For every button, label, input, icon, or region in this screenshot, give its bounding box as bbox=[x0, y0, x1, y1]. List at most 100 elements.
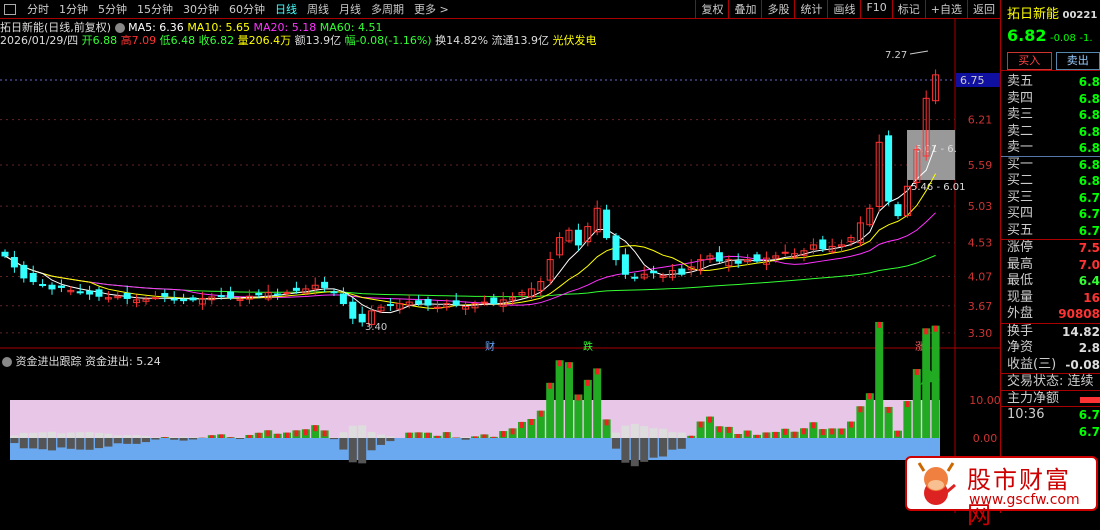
row-value: 6.8 bbox=[1079, 91, 1100, 108]
candle-body bbox=[162, 294, 168, 297]
indicator-bar bbox=[368, 432, 376, 438]
candle-body bbox=[331, 292, 337, 293]
row-value: 6.8 bbox=[1079, 157, 1100, 174]
candle-body bbox=[58, 286, 64, 287]
watermark-url: www.gscfw.com bbox=[969, 492, 1080, 508]
indicator-title: 资金进出跟踪 bbox=[16, 355, 82, 368]
indicator-bar-top bbox=[830, 428, 834, 434]
indicator-bar bbox=[913, 369, 921, 438]
main-net[interactable]: 主力净额 bbox=[1001, 390, 1100, 407]
indicator-bar-top bbox=[426, 433, 430, 438]
row-value: 6.8 bbox=[1079, 173, 1100, 190]
quote-row: 卖一6.8 bbox=[1001, 140, 1100, 157]
event-marker: 跌 bbox=[583, 340, 593, 353]
sell-button[interactable]: 卖出 bbox=[1056, 52, 1100, 70]
row-value: 6.7 bbox=[1079, 424, 1100, 441]
indicator-bar-top bbox=[558, 360, 562, 366]
indicator-bar-top bbox=[821, 429, 825, 435]
indicator-bar bbox=[612, 433, 620, 438]
indicator-bar bbox=[104, 434, 112, 438]
indicator-bar-neg bbox=[57, 438, 65, 447]
indicator-bar-top bbox=[304, 429, 308, 435]
indicator-bar-top bbox=[708, 417, 712, 423]
indicator-bar-top bbox=[520, 422, 524, 428]
candle-body bbox=[30, 273, 36, 281]
indicator-bar bbox=[349, 426, 357, 438]
indicator-bar-neg bbox=[349, 438, 357, 462]
indicator-bar bbox=[189, 437, 197, 438]
y-tick-label: 3.30 bbox=[968, 327, 993, 340]
row-value: 6.8 bbox=[1079, 124, 1100, 141]
indicator-bar-top bbox=[877, 322, 881, 328]
indicator-y-tick: 10.00 bbox=[969, 394, 1000, 407]
candle-body bbox=[124, 293, 130, 298]
candle-body bbox=[228, 292, 234, 298]
indicator-bar-neg bbox=[133, 438, 141, 444]
row-value: 7.0 bbox=[1079, 257, 1100, 274]
candle-body bbox=[434, 307, 440, 308]
candle-body bbox=[754, 255, 760, 261]
kline-chart[interactable]: 6.215.595.034.534.073.673.306.756.01 - 6… bbox=[0, 0, 1000, 513]
row-label: 最低 bbox=[1007, 273, 1033, 290]
quote-row: 买三6.7 bbox=[1001, 190, 1100, 207]
candle-body bbox=[2, 252, 8, 256]
indicator-bar-neg bbox=[678, 438, 686, 449]
indicator-bar-neg bbox=[180, 438, 188, 441]
stock-name: 拓日新能 bbox=[1007, 7, 1059, 22]
indicator-bar bbox=[86, 432, 94, 438]
row-value: 14.82 bbox=[1062, 324, 1100, 341]
candle-body bbox=[613, 236, 619, 260]
buy-button[interactable]: 买入 bbox=[1007, 52, 1052, 70]
quote-row: 10:366.7 bbox=[1001, 407, 1100, 424]
row-label: 买五 bbox=[1007, 223, 1033, 240]
quote-row: 现量 16 bbox=[1001, 290, 1100, 307]
indicator-header: 资金进出跟踪 资金进出: 5.24 bbox=[2, 353, 161, 369]
indicator-bar bbox=[133, 435, 141, 438]
candle-body bbox=[651, 271, 657, 273]
bull-mascot-icon bbox=[911, 459, 961, 509]
indicator-bar-neg bbox=[189, 438, 197, 439]
indicator-bar-neg bbox=[621, 438, 629, 463]
range-label: 5.46 - 6.01 bbox=[911, 182, 966, 193]
quote-row: 卖四6.8 bbox=[1001, 91, 1100, 108]
candle-body bbox=[49, 285, 55, 289]
candle-body bbox=[96, 290, 102, 296]
indicator-bar-top bbox=[567, 362, 571, 368]
y-tick-label: 4.53 bbox=[968, 237, 993, 250]
row-value: 16 bbox=[1083, 290, 1100, 307]
quote-row: 外盘90808 bbox=[1001, 306, 1100, 323]
indicator-bar bbox=[866, 393, 874, 438]
indicator-bar-top bbox=[539, 411, 543, 417]
indicator-bar-neg bbox=[104, 438, 112, 447]
candle-body bbox=[87, 291, 93, 294]
row-label: 卖一 bbox=[1007, 140, 1033, 156]
indicator-bar-top bbox=[417, 432, 421, 438]
indicator-bar-top bbox=[501, 431, 505, 437]
chevron-down-icon[interactable] bbox=[2, 357, 12, 367]
candle-body bbox=[491, 298, 497, 304]
indicator-bar-top bbox=[858, 406, 862, 412]
candle-body bbox=[575, 230, 581, 245]
indicator-bar bbox=[631, 424, 639, 438]
low-label: 3.40 bbox=[365, 322, 387, 333]
quote-row: 卖三6.8 bbox=[1001, 107, 1100, 124]
indicator-bar bbox=[377, 435, 385, 438]
indicator-bar-neg bbox=[377, 438, 385, 445]
indicator-bar-top bbox=[849, 422, 853, 428]
indicator-bar bbox=[584, 380, 592, 438]
indicator-bar bbox=[114, 435, 122, 438]
quote-panel: 拓日新能 00221 6.82 -0.08 -1. 买入 卖出 卖五6.8卖四6… bbox=[1000, 0, 1100, 513]
indicator-bar bbox=[358, 425, 366, 438]
quote-row: 买二6.8 bbox=[1001, 173, 1100, 190]
row-label: 现量 bbox=[1007, 290, 1033, 307]
quote-row: 买四6.7 bbox=[1001, 206, 1100, 223]
indicator-bar bbox=[386, 436, 394, 438]
indicator-bar-top bbox=[313, 425, 317, 431]
indicator-bar bbox=[76, 432, 84, 438]
indicator-bar-neg bbox=[659, 438, 667, 456]
indicator-bar-top bbox=[257, 433, 261, 438]
row-value: 2.8 bbox=[1079, 340, 1100, 357]
event-marker: 财 bbox=[485, 340, 495, 353]
indicator-bar-top bbox=[407, 433, 411, 438]
indicator-bar bbox=[546, 383, 554, 438]
